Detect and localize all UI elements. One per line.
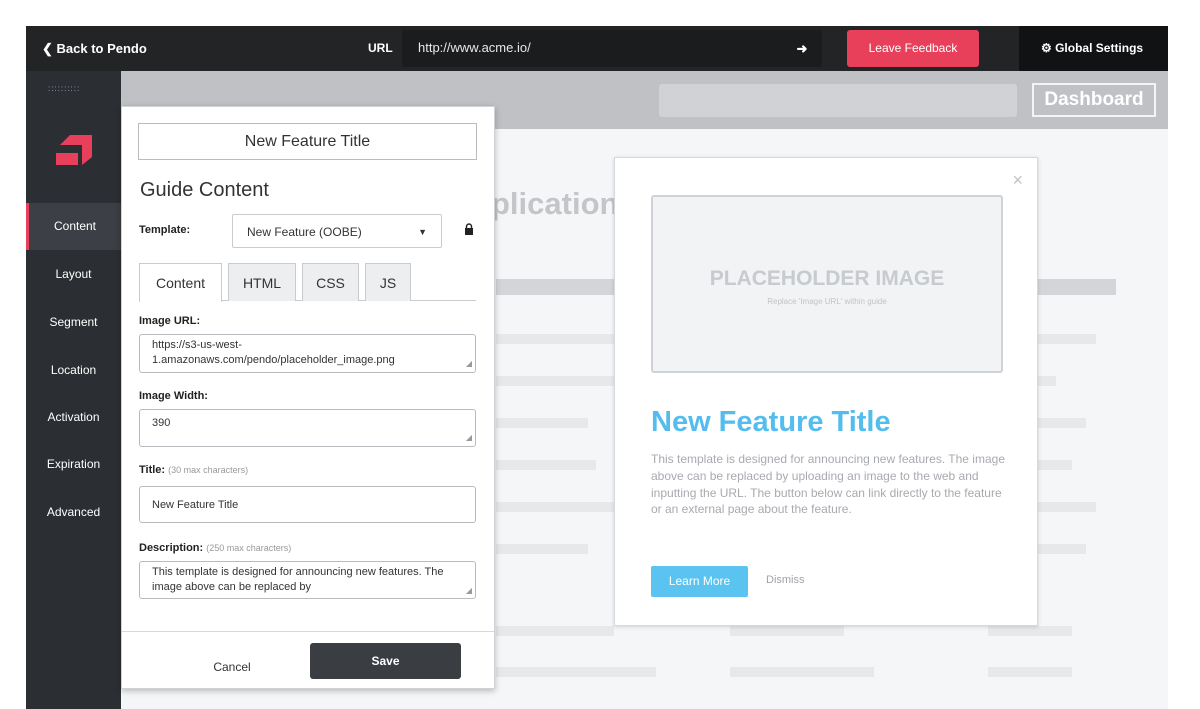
lock-icon[interactable] <box>464 223 474 235</box>
placeholder-line <box>1038 418 1086 428</box>
tab-html[interactable]: HTML <box>228 263 296 301</box>
drag-handle-icon[interactable]: :::::::::: <box>48 84 80 93</box>
guide-description: This template is designed for announcing… <box>651 452 1005 517</box>
placeholder-line <box>496 460 596 470</box>
arrow-right-icon[interactable]: ➜ <box>782 30 822 67</box>
placeholder-line <box>1038 279 1116 295</box>
placeholder-line <box>730 667 874 677</box>
placeholder-line <box>988 667 1072 677</box>
tab-content[interactable]: Content <box>139 263 222 302</box>
close-icon[interactable]: × <box>1012 170 1023 191</box>
placeholder-line <box>1038 460 1072 470</box>
url-input[interactable]: http://www.acme.io/ <box>402 30 782 67</box>
gear-icon: ⚙ <box>1041 41 1056 55</box>
tab-css[interactable]: CSS <box>302 263 359 301</box>
placeholder-line <box>496 502 614 512</box>
image-url-label: Image URL: <box>139 315 201 327</box>
template-select[interactable]: New Feature (OOBE) ▼ <box>232 214 442 248</box>
placeholder-line <box>1038 376 1056 386</box>
sidebar-item-advanced[interactable]: Advanced <box>26 489 121 536</box>
image-width-label: Image Width: <box>139 390 208 402</box>
pendo-logo-icon <box>56 135 92 165</box>
template-label: Template: <box>139 224 191 236</box>
placeholder-line <box>496 279 616 295</box>
placeholder-line <box>496 667 656 677</box>
placeholder-line <box>496 334 614 344</box>
image-url-field[interactable]: https://s3-us-west-1.amazonaws.com/pendo… <box>139 334 476 373</box>
chevron-left-icon: ❮ <box>42 41 57 56</box>
top-bar: ❮ Back to Pendo URL http://www.acme.io/ … <box>26 26 1168 71</box>
app-search-bar <box>659 84 1017 117</box>
resize-handle-icon[interactable]: ◢ <box>466 585 472 596</box>
sidebar-item-content[interactable]: Content <box>26 203 121 250</box>
placeholder-line <box>496 376 614 386</box>
global-settings-button[interactable]: ⚙ Global Settings <box>1019 26 1168 71</box>
title-field[interactable]: New Feature Title <box>139 486 476 523</box>
template-select-value: New Feature (OOBE) <box>247 225 362 239</box>
leave-feedback-button[interactable]: Leave Feedback <box>847 30 979 67</box>
dashboard-button: Dashboard <box>1032 83 1156 117</box>
placeholder-line <box>1038 502 1096 512</box>
guide-title-input[interactable]: New Feature Title <box>138 123 477 160</box>
placeholder-line <box>1038 544 1086 554</box>
learn-more-button[interactable]: Learn More <box>651 566 748 597</box>
placeholder-line <box>496 626 614 636</box>
save-button[interactable]: Save <box>310 643 461 679</box>
placeholder-line <box>1038 334 1096 344</box>
tab-js[interactable]: JS <box>365 263 411 301</box>
placeholder-image: PLACEHOLDER IMAGE Replace 'Image URL' wi… <box>651 195 1003 373</box>
editor-tabs: Content HTML CSS JS <box>139 263 476 302</box>
description-field[interactable]: This template is designed for announcing… <box>139 561 476 599</box>
sidebar-item-expiration[interactable]: Expiration <box>26 441 121 488</box>
footer-divider <box>122 631 494 632</box>
placeholder-line <box>988 626 1072 636</box>
guide-content-heading: Guide Content <box>140 179 269 201</box>
app-page-title: plication <box>491 186 619 221</box>
placeholder-line <box>496 544 588 554</box>
title-hint: (30 max characters) <box>168 465 249 475</box>
image-width-field[interactable]: 390 ◢ <box>139 409 476 447</box>
placeholder-image-subtitle: Replace 'Image URL' within guide <box>767 297 887 306</box>
resize-handle-icon[interactable]: ◢ <box>466 432 472 444</box>
app-frame: ❮ Back to Pendo URL http://www.acme.io/ … <box>26 26 1168 709</box>
cancel-button[interactable]: Cancel <box>192 652 272 682</box>
resize-handle-icon[interactable]: ◢ <box>466 359 472 370</box>
placeholder-line <box>496 418 588 428</box>
caret-down-icon: ▼ <box>418 227 427 237</box>
sidebar-item-activation[interactable]: Activation <box>26 394 121 441</box>
guide-preview: × PLACEHOLDER IMAGE Replace 'Image URL' … <box>614 157 1038 626</box>
back-to-pendo-link[interactable]: ❮ Back to Pendo <box>42 41 147 57</box>
dismiss-link[interactable]: Dismiss <box>766 574 805 586</box>
placeholder-image-title: PLACEHOLDER IMAGE <box>709 267 945 290</box>
placeholder-line <box>730 626 844 636</box>
sidebar: :::::::::: Content Layout Segment Locati… <box>26 71 121 709</box>
title-label: Title: (30 max characters) <box>139 464 249 476</box>
url-label: URL <box>368 41 393 55</box>
sidebar-item-layout[interactable]: Layout <box>26 251 121 298</box>
sidebar-item-location[interactable]: Location <box>26 347 121 394</box>
sidebar-item-segment[interactable]: Segment <box>26 299 121 346</box>
description-label: Description: (250 max characters) <box>139 542 292 554</box>
description-hint: (250 max characters) <box>206 543 292 553</box>
guide-title: New Feature Title <box>651 406 891 438</box>
guide-editor-panel: New Feature Title Guide Content Template… <box>121 106 495 689</box>
